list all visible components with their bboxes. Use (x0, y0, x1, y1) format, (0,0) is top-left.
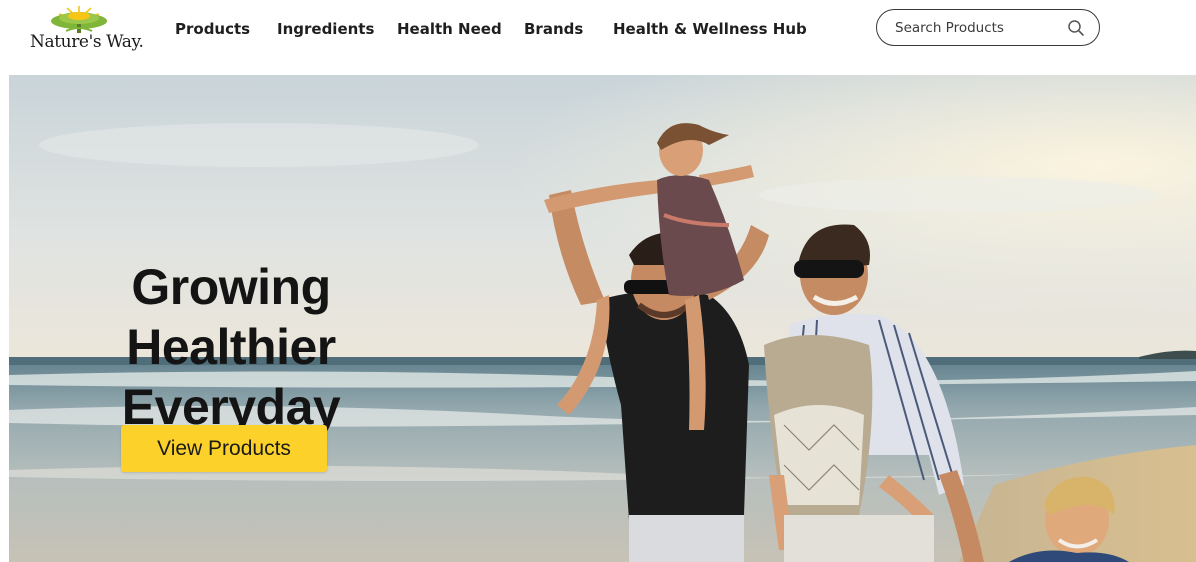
brand-logo[interactable]: Nature's Way. (30, 5, 144, 53)
nav-item-products[interactable]: Products (175, 20, 250, 38)
nav-item-brands[interactable]: Brands (524, 20, 583, 38)
hero-title-line1: Growing Healthier (126, 258, 336, 375)
view-products-button[interactable]: View Products (121, 425, 327, 472)
search-box (876, 9, 1100, 46)
nav-item-health-need[interactable]: Health Need (397, 20, 502, 38)
hero-banner: Growing Healthier Everyday View Products (9, 75, 1196, 562)
nav-item-ingredients[interactable]: Ingredients (277, 20, 374, 38)
search-input[interactable] (895, 17, 1055, 39)
nav-item-health-wellness-hub[interactable]: Health & Wellness Hub (613, 20, 807, 38)
hero-title: Growing Healthier Everyday (31, 257, 431, 437)
search-icon[interactable] (1067, 19, 1085, 37)
site-header: Nature's Way. Products Ingredients Healt… (0, 0, 1196, 75)
brand-name: Nature's Way. (30, 32, 144, 52)
tree-logo-icon (51, 6, 107, 33)
